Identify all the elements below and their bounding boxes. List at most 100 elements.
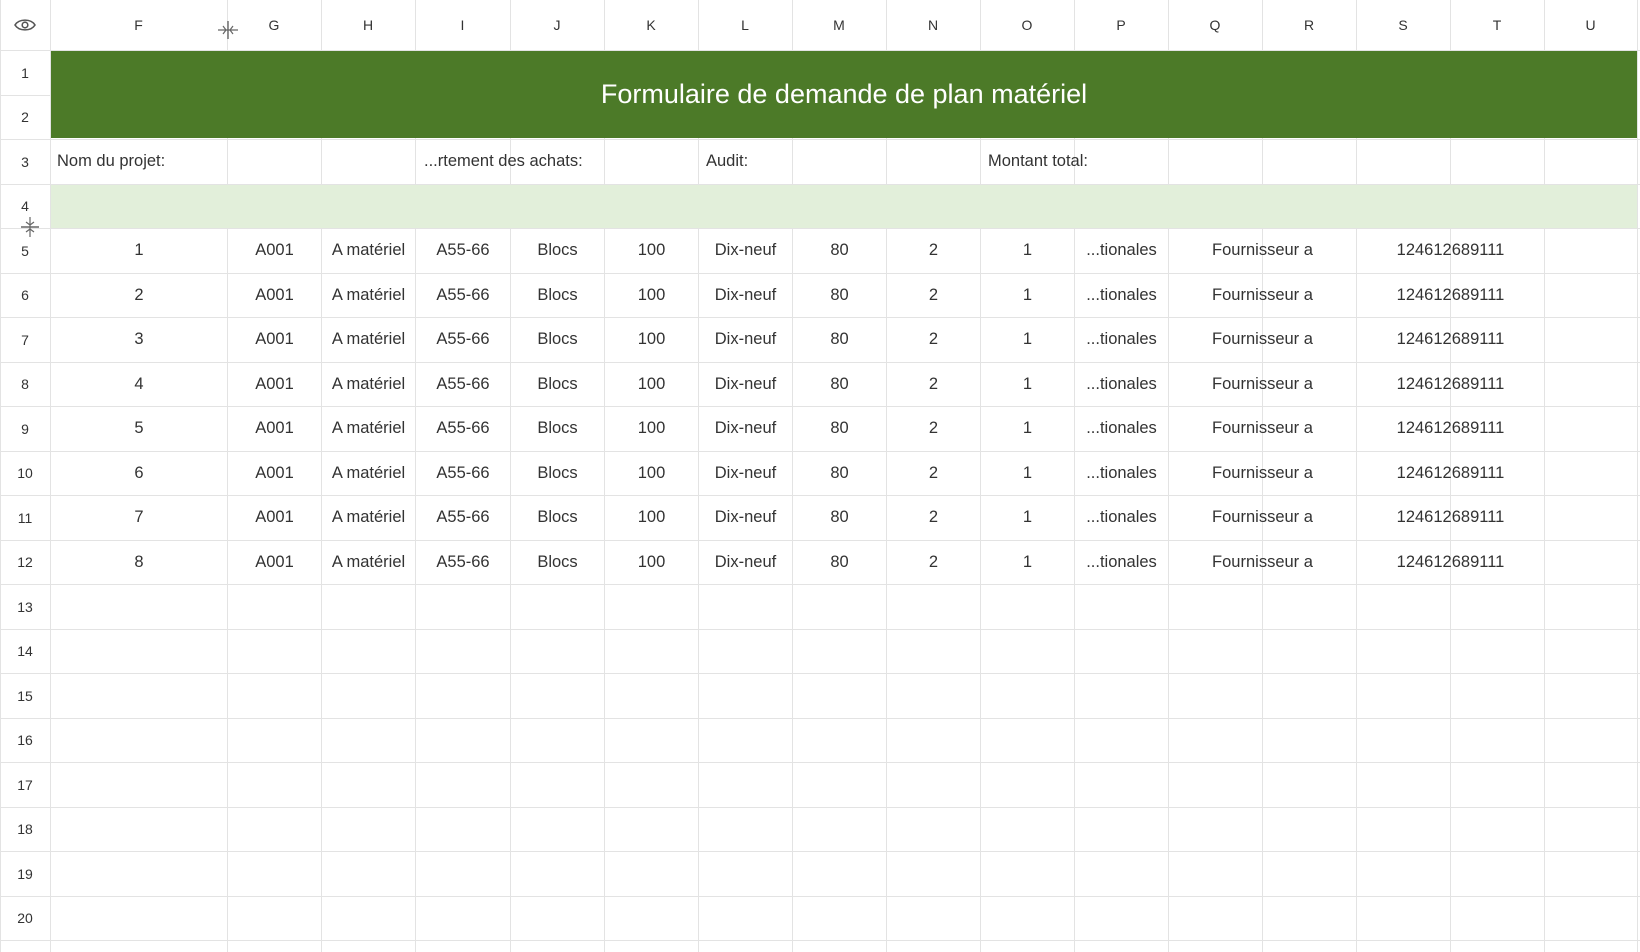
row-header-18[interactable]: 18 (0, 807, 50, 851)
table-cell[interactable]: Blocs (511, 540, 604, 584)
table-cell[interactable]: ...tionales (1075, 406, 1168, 451)
table-cell[interactable]: 80 (793, 451, 886, 495)
table-cell[interactable]: Blocs (511, 362, 604, 406)
table-cell[interactable]: 1 (981, 540, 1074, 584)
table-cell[interactable]: 2 (51, 273, 227, 317)
table-cell[interactable]: 100 (605, 228, 698, 273)
table-cell[interactable]: 2 (887, 540, 980, 584)
table-cell[interactable]: 6 (51, 451, 227, 495)
table-cell[interactable]: 1 (981, 362, 1074, 406)
table-cell[interactable]: 80 (793, 406, 886, 451)
table-cell[interactable]: 80 (793, 273, 886, 317)
table-cell[interactable]: A matériel (322, 540, 415, 584)
table-cell[interactable]: 1 (981, 451, 1074, 495)
table-cell[interactable]: Blocs (511, 406, 604, 451)
table-cell[interactable]: A matériel (322, 495, 415, 540)
table-cell[interactable]: 3 (51, 317, 227, 362)
row-header-3[interactable]: 3 (0, 139, 50, 184)
table-cell[interactable]: Blocs (511, 317, 604, 362)
table-cell[interactable]: 2 (887, 317, 980, 362)
table-cell[interactable]: A matériel (322, 362, 415, 406)
column-header-j[interactable]: J (510, 0, 604, 50)
row-header-2[interactable]: 2 (0, 95, 50, 139)
table-cell[interactable]: 80 (793, 540, 886, 584)
table-cell[interactable]: 1 (51, 228, 227, 273)
row-header-14[interactable]: 14 (0, 629, 50, 673)
table-cell[interactable]: 124612689111 (1357, 406, 1544, 451)
table-cell[interactable]: A001 (228, 273, 321, 317)
column-header-p[interactable]: P (1074, 0, 1168, 50)
table-cell[interactable]: Dix-neuf (699, 495, 792, 540)
table-cell[interactable]: 100 (605, 317, 698, 362)
row-header-9[interactable]: 9 (0, 406, 50, 451)
table-cell[interactable]: 1 (981, 406, 1074, 451)
table-cell[interactable] (1545, 228, 1637, 273)
table-cell[interactable]: A55-66 (416, 540, 510, 584)
table-cell[interactable]: Dix-neuf (699, 362, 792, 406)
table-cell[interactable] (1545, 406, 1637, 451)
table-cell[interactable]: ...tionales (1075, 362, 1168, 406)
row-header-16[interactable]: 16 (0, 718, 50, 762)
table-cell[interactable]: ...tionales (1075, 451, 1168, 495)
table-cell[interactable]: Fournisseur a (1169, 406, 1356, 451)
table-cell[interactable]: A001 (228, 451, 321, 495)
column-header-o[interactable]: O (980, 0, 1074, 50)
table-cell[interactable] (1545, 495, 1637, 540)
row-header-6[interactable]: 6 (0, 273, 50, 317)
table-cell[interactable]: A matériel (322, 228, 415, 273)
column-header-q[interactable]: Q (1168, 0, 1262, 50)
table-cell[interactable] (1545, 362, 1637, 406)
table-cell[interactable]: Dix-neuf (699, 406, 792, 451)
table-cell[interactable]: A001 (228, 540, 321, 584)
table-cell[interactable]: 80 (793, 495, 886, 540)
row-header-20[interactable]: 20 (0, 896, 50, 940)
table-cell[interactable]: A55-66 (416, 273, 510, 317)
table-cell[interactable]: ...tionales (1075, 495, 1168, 540)
table-cell[interactable]: A55-66 (416, 362, 510, 406)
table-cell[interactable]: A001 (228, 495, 321, 540)
row-header-8[interactable]: 8 (0, 362, 50, 406)
table-cell[interactable]: Fournisseur a (1169, 540, 1356, 584)
table-cell[interactable]: Fournisseur a (1169, 228, 1356, 273)
table-cell[interactable]: A001 (228, 406, 321, 451)
table-cell[interactable]: 1 (981, 228, 1074, 273)
table-cell[interactable]: ...tionales (1075, 540, 1168, 584)
row-resize-icon[interactable] (18, 215, 42, 239)
row-header-11[interactable]: 11 (0, 495, 50, 540)
table-cell[interactable]: 124612689111 (1357, 362, 1544, 406)
table-cell[interactable]: 4 (51, 362, 227, 406)
column-resize-icon[interactable] (216, 18, 240, 42)
table-cell[interactable]: Fournisseur a (1169, 362, 1356, 406)
table-cell[interactable] (1545, 273, 1637, 317)
table-cell[interactable] (1545, 451, 1637, 495)
table-cell[interactable]: 100 (605, 362, 698, 406)
table-cell[interactable]: Blocs (511, 451, 604, 495)
table-cell[interactable]: Fournisseur a (1169, 317, 1356, 362)
column-header-g[interactable]: G (227, 0, 321, 50)
table-cell[interactable]: A55-66 (416, 317, 510, 362)
table-cell[interactable]: Blocs (511, 495, 604, 540)
table-cell[interactable]: A matériel (322, 273, 415, 317)
table-cell[interactable]: 2 (887, 228, 980, 273)
table-cell[interactable]: 124612689111 (1357, 317, 1544, 362)
table-cell[interactable]: 2 (887, 362, 980, 406)
table-cell[interactable]: Fournisseur a (1169, 273, 1356, 317)
table-cell[interactable]: 1 (981, 273, 1074, 317)
table-cell[interactable]: 80 (793, 317, 886, 362)
table-cell[interactable]: ...tionales (1075, 273, 1168, 317)
table-cell[interactable]: A matériel (322, 317, 415, 362)
table-cell[interactable]: Dix-neuf (699, 273, 792, 317)
table-cell[interactable]: A001 (228, 362, 321, 406)
table-cell[interactable]: 100 (605, 273, 698, 317)
table-cell[interactable]: A55-66 (416, 495, 510, 540)
table-cell[interactable]: Blocs (511, 273, 604, 317)
table-cell[interactable]: 80 (793, 362, 886, 406)
table-cell[interactable]: A matériel (322, 406, 415, 451)
column-header-m[interactable]: M (792, 0, 886, 50)
table-cell[interactable]: 124612689111 (1357, 228, 1544, 273)
table-cell[interactable]: A001 (228, 228, 321, 273)
table-cell[interactable]: Dix-neuf (699, 317, 792, 362)
row-header-12[interactable]: 12 (0, 540, 50, 584)
eye-icon[interactable] (0, 0, 50, 50)
table-cell[interactable]: A matériel (322, 451, 415, 495)
